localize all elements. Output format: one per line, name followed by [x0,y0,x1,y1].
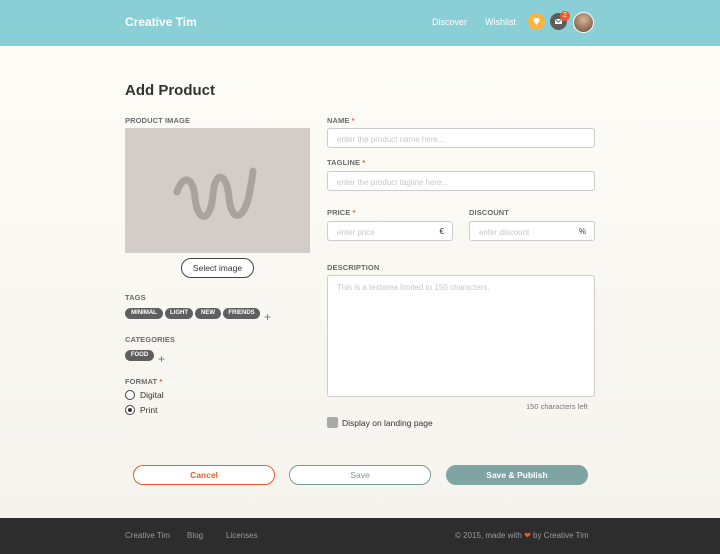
discover-link[interactable]: Discover [432,17,467,27]
select-image-button[interactable]: Select image [181,258,254,278]
page-title: Add Product [125,82,215,99]
tagline-field[interactable] [327,171,595,192]
copyright: © 2015, made with ❤ by Creative Tim [455,531,589,540]
name-input[interactable] [328,130,594,149]
add-category-icon[interactable]: + [158,352,165,366]
footer-link-creative-tim[interactable]: Creative Tim [125,531,170,540]
save-button[interactable]: Save [289,465,431,485]
tagline-label: TAGLINE * [327,158,366,167]
description-field[interactable] [327,275,595,397]
euro-icon: € [439,227,444,236]
description-input[interactable] [328,276,594,396]
tag-light[interactable]: LIGHT [165,308,193,319]
name-label: NAME * [327,116,355,125]
gem-icon[interactable] [528,13,545,30]
format-label: FORMAT * [125,377,163,386]
top-navigation-bar: Creative Tim Discover Wishlist 2 [0,0,720,46]
save-publish-button[interactable]: Save & Publish [446,465,588,485]
characters-left: 150 characters left [526,402,588,411]
category-food[interactable]: FOOD [125,350,154,361]
discount-label: DISCOUNT [469,208,509,217]
display-landing-checkbox[interactable] [327,417,338,428]
tag-minimal[interactable]: MINIMAL [125,308,163,319]
footer: Creative Tim Blog Licenses © 2015, made … [0,518,720,554]
print-label: Print [140,405,158,415]
squiggle-image-icon [173,167,257,220]
product-image-placeholder [125,128,310,253]
price-input[interactable] [328,223,452,242]
add-tag-icon[interactable]: + [264,310,271,324]
tag-new[interactable]: NEW [195,308,221,319]
description-label: DESCRIPTION [327,263,380,272]
notification-badge: 2 [560,11,570,21]
print-radio[interactable] [125,405,135,415]
display-landing-label[interactable]: Display on landing page [342,418,433,428]
tagline-input[interactable] [328,173,594,192]
percent-icon: % [578,227,586,236]
wishlist-link[interactable]: Wishlist [485,17,516,27]
tags-label: TAGS [125,293,146,302]
product-image-label: PRODUCT IMAGE [125,116,191,125]
tag-friends[interactable]: FRIENDS [223,308,260,319]
digital-label: Digital [140,390,164,400]
name-field[interactable] [327,128,595,149]
footer-link-licenses[interactable]: Licenses [226,531,258,540]
discount-input[interactable] [470,223,594,242]
categories-label: CATEGORIES [125,335,176,344]
heart-icon: ❤ [524,531,531,540]
discount-field[interactable]: % [469,221,595,242]
price-field[interactable]: € [327,221,453,242]
brand-logo[interactable]: Creative Tim [125,15,197,29]
cancel-button[interactable]: Cancel [133,465,275,485]
digital-radio[interactable] [125,390,135,400]
price-label: PRICE * [327,208,356,217]
footer-link-blog[interactable]: Blog [187,531,203,540]
add-product-page: Add Product PRODUCT IMAGE Select image T… [0,46,720,518]
avatar[interactable] [573,12,594,33]
